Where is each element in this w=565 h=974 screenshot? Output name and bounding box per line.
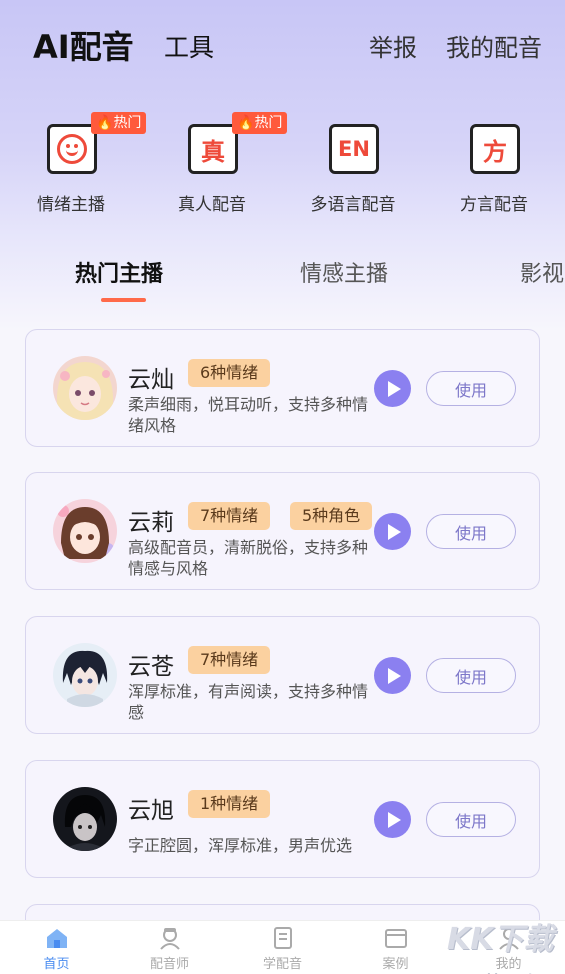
play-icon[interactable]: [374, 657, 411, 694]
emotion-count-tag: 7种情绪: [188, 502, 271, 530]
tab-film[interactable]: 影视: [520, 256, 564, 288]
fang-char-icon: 方: [470, 124, 520, 174]
anchor-name: 云灿: [128, 367, 174, 393]
anchor-description: 柔声细雨，悦耳动听，支持多种情绪风格: [128, 395, 369, 435]
category-label: 方言配音: [460, 195, 528, 215]
my-dubbing-button[interactable]: 我的配音: [446, 28, 542, 63]
nav-cases[interactable]: 案例: [339, 925, 452, 974]
avatar: [53, 643, 117, 707]
en-language-icon: EN: [329, 124, 379, 174]
avatar: [53, 787, 117, 851]
play-icon[interactable]: [374, 370, 411, 407]
anchor-description: 浑厚标准，有声阅读，支持多种情感: [128, 682, 369, 722]
voice-actor-icon: [159, 928, 180, 950]
category-real-voice[interactable]: 真 🔥热门 真人配音: [152, 112, 288, 220]
home-icon: [46, 929, 67, 948]
zhen-char-icon: 真: [188, 124, 238, 174]
anchor-description: 高级配音员，清新脱俗，支持多种情感与风格: [128, 538, 369, 578]
nav-voice-actor[interactable]: 配音师: [113, 925, 226, 974]
anchor-name: 云莉: [128, 510, 174, 536]
report-button[interactable]: 举报: [369, 28, 417, 63]
anchor-description: 字正腔圆，浑厚标准，男声优选: [128, 836, 353, 855]
nav-label: 首页: [43, 957, 70, 972]
anchor-card[interactable]: 云灿 6种情绪 柔声细雨，悦耳动听，支持多种情绪风格 使用: [25, 329, 540, 447]
active-tab-indicator: [101, 298, 146, 302]
avatar: [53, 499, 117, 563]
play-icon[interactable]: [374, 513, 411, 550]
case-icon: [384, 929, 407, 948]
hot-badge: 🔥热门: [232, 112, 288, 134]
hot-badge: 🔥热门: [91, 112, 147, 134]
avatar: [53, 356, 117, 420]
tools-tab[interactable]: 工具: [164, 28, 214, 64]
top-header: AI配音 工具 举报 我的配音: [0, 0, 565, 88]
emotion-count-tag: 7种情绪: [188, 646, 271, 674]
nav-home[interactable]: 首页: [0, 925, 113, 974]
nav-label: 学配音: [262, 957, 302, 972]
category-multilingual[interactable]: EN 多语言配音: [293, 124, 413, 220]
tab-hot-anchors[interactable]: 热门主播: [75, 256, 163, 288]
category-label: 真人配音: [178, 195, 246, 215]
book-icon: [273, 927, 292, 949]
use-button[interactable]: 使用: [426, 514, 516, 549]
smiley-face-icon: [47, 124, 97, 174]
anchor-card[interactable]: 云莉 7种情绪 5种角色 高级配音员，清新脱俗，支持多种情感与风格 使用: [25, 472, 540, 590]
page-title: AI配音: [33, 28, 134, 66]
anchor-card[interactable]: 云旭 1种情绪 字正腔圆，浑厚标准，男声优选 使用: [25, 760, 540, 878]
category-dialect[interactable]: 方 方言配音: [434, 124, 554, 220]
watermark-logo: KK下载 www.kkx.net: [447, 922, 554, 974]
anchor-name: 云苍: [128, 654, 174, 680]
emotion-count-tag: 1种情绪: [188, 790, 271, 818]
category-label: 情绪主播: [37, 195, 105, 215]
nav-learn[interactable]: 学配音: [226, 925, 339, 974]
anchor-card[interactable]: 云苍 7种情绪 浑厚标准，有声阅读，支持多种情感 使用: [25, 616, 540, 734]
use-button[interactable]: 使用: [426, 658, 516, 693]
category-label: 多语言配音: [310, 195, 396, 215]
emotion-count-tag: 6种情绪: [188, 359, 271, 387]
play-icon[interactable]: [374, 801, 411, 838]
nav-label: 案例: [382, 957, 409, 972]
tab-emotion-anchors[interactable]: 情感主播: [300, 256, 388, 288]
use-button[interactable]: 使用: [426, 371, 516, 406]
nav-label: 配音师: [149, 957, 189, 972]
role-count-tag: 5种角色: [290, 502, 373, 530]
use-button[interactable]: 使用: [426, 802, 516, 837]
anchor-name: 云旭: [128, 798, 174, 824]
category-emotion-anchor[interactable]: 🔥热门 情绪主播: [11, 112, 147, 220]
